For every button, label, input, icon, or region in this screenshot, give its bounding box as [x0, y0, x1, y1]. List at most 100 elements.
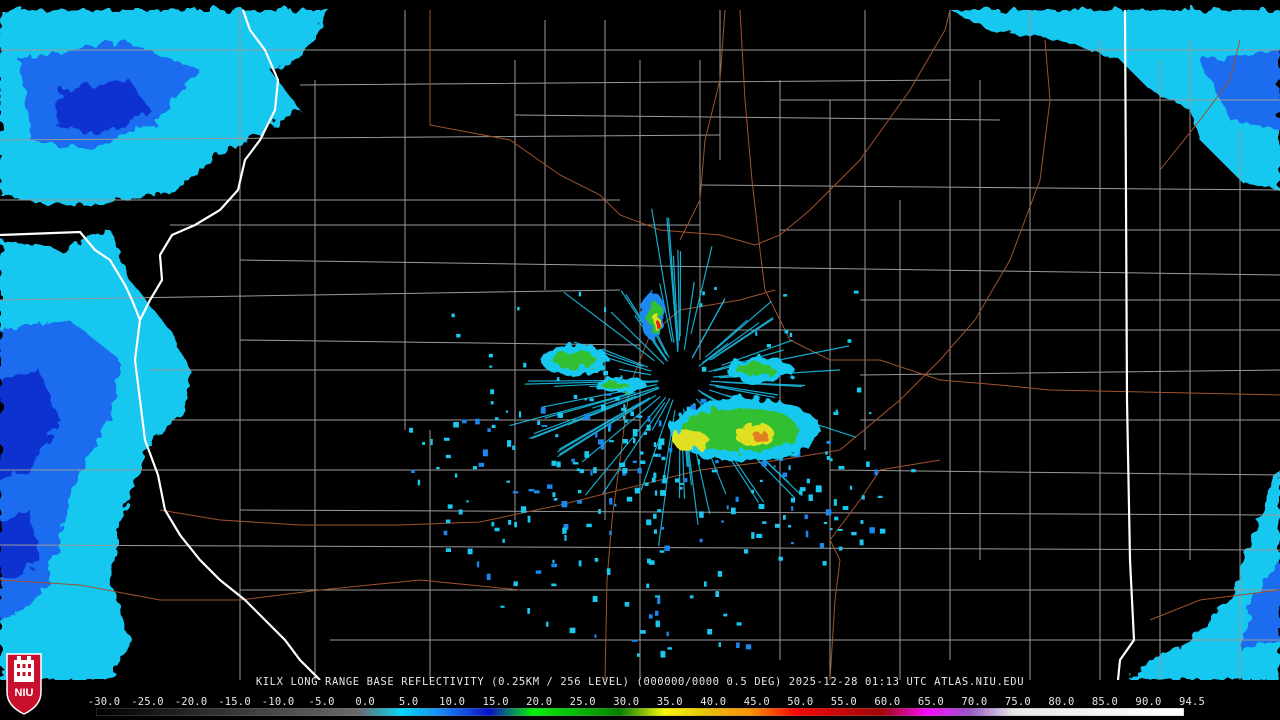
echo-speckle: [715, 591, 720, 597]
echo-speckle: [856, 387, 862, 393]
echo-speckle: [592, 595, 598, 602]
echo-speckle: [621, 407, 627, 412]
echo-speckle: [791, 542, 794, 545]
scale-tick-label: -5.0: [308, 696, 335, 708]
echo-speckle: [646, 519, 652, 526]
echo-speckle: [639, 451, 644, 455]
echo-speckle: [577, 489, 582, 494]
scale-tick-label: -25.0: [131, 696, 164, 708]
echo-speckle: [552, 559, 555, 563]
echo-speckle: [735, 496, 739, 502]
echo-speckle: [555, 434, 559, 438]
echo-speckle: [791, 506, 794, 511]
echo-cluster-north: [640, 291, 664, 339]
echo-speckle: [804, 514, 808, 520]
echo-speckle: [825, 451, 828, 455]
echo-speckle: [640, 630, 646, 634]
echo-speckle: [721, 520, 725, 523]
echo-speckle: [837, 529, 843, 531]
echo-speckle: [552, 492, 556, 497]
echo-speckle: [634, 487, 640, 494]
echo-speckle: [577, 500, 583, 504]
echo-speckle: [779, 458, 783, 462]
echo-speckle: [491, 521, 495, 527]
echo-speckle: [445, 548, 451, 552]
echo-speckle: [472, 466, 477, 470]
echo-speckle: [527, 608, 530, 614]
echo-speckle: [466, 500, 469, 503]
echo-speckle: [699, 538, 703, 543]
echo-speckle: [456, 333, 461, 338]
echo-speckle: [669, 447, 673, 453]
echo-speckle: [773, 465, 776, 468]
echo-speckle: [512, 445, 516, 450]
echo-speckle: [507, 440, 512, 447]
echo-speckle: [506, 480, 510, 483]
echo-speckle: [783, 515, 786, 520]
echo-speckle: [874, 469, 878, 476]
echo-speckle: [624, 602, 630, 607]
echo-speckle: [632, 429, 638, 436]
scale-tick-label: 45.0: [743, 696, 770, 708]
svg-text:NIU: NIU: [15, 687, 34, 699]
echo-speckle: [523, 362, 527, 368]
scale-tick-label: 90.0: [1135, 696, 1162, 708]
scale-labels: -30.0 -25.0 -20.0 -15.0 -10.0 -5.0 0.0 5.0 10.0 1…: [88, 696, 1205, 708]
echo-speckle: [517, 306, 520, 311]
echo-speckle: [586, 523, 592, 528]
echo-speckle: [830, 458, 833, 462]
echo-speckle: [654, 490, 658, 496]
echo-speckle: [505, 410, 508, 413]
echo-speckle: [489, 365, 493, 368]
echo-speckle: [584, 414, 591, 420]
reflectivity-colorbar: [96, 708, 1184, 716]
echo-speckle: [595, 431, 598, 438]
echo-speckle: [788, 465, 791, 471]
echo-speckle: [573, 394, 578, 399]
echo-speckle: [607, 424, 612, 429]
echo-speckle: [594, 634, 597, 638]
echo-speckle: [527, 515, 531, 523]
echo-speckle: [482, 449, 488, 457]
echo-speckle: [717, 571, 723, 577]
echo-speckle: [826, 456, 831, 460]
echo-speckle: [662, 478, 667, 484]
echo-speckle: [662, 474, 666, 479]
echo-speckle: [490, 389, 495, 395]
radar-map: [0, 0, 1280, 680]
echo-speckle: [838, 465, 845, 470]
echo-speckle: [700, 398, 707, 404]
echo-speckle: [805, 530, 809, 538]
scale-tick-label: 55.0: [830, 696, 857, 708]
scale-tick-label: 75.0: [1004, 696, 1031, 708]
echo-speckle: [445, 519, 451, 524]
echo-speckle: [626, 496, 633, 502]
echo-speckle: [660, 490, 666, 496]
echo-speckle: [606, 568, 611, 575]
scale-tick-label: 15.0: [482, 696, 509, 708]
echo-speckle: [658, 438, 665, 446]
echo-speckle: [784, 329, 789, 334]
echo-speckle: [651, 477, 656, 483]
echo-speckle: [654, 595, 661, 598]
echo-speckle: [830, 528, 833, 531]
echo-speckle: [551, 460, 557, 466]
echo-speckle: [644, 482, 649, 486]
scale-tick-label: 10.0: [439, 696, 466, 708]
echo-speckle: [502, 538, 505, 543]
echo-speckle: [667, 647, 672, 650]
product-caption: KILX LONG RANGE BASE REFLECTIVITY (0.25K…: [255, 676, 1025, 688]
scale-tick-label: 25.0: [569, 696, 596, 708]
echo-speckle: [726, 505, 729, 510]
echo-speckle: [491, 424, 496, 428]
echo-speckle: [624, 419, 628, 423]
echo-speckle: [850, 485, 853, 490]
echo-speckle: [547, 484, 553, 489]
echo-speckle: [653, 453, 658, 457]
echo-speckle: [699, 511, 704, 518]
echo-speckle: [655, 620, 660, 628]
echo-speckle: [653, 513, 657, 519]
echo-speckle: [609, 440, 614, 443]
echo-speckle: [758, 503, 765, 509]
echo-speckle: [534, 490, 540, 494]
